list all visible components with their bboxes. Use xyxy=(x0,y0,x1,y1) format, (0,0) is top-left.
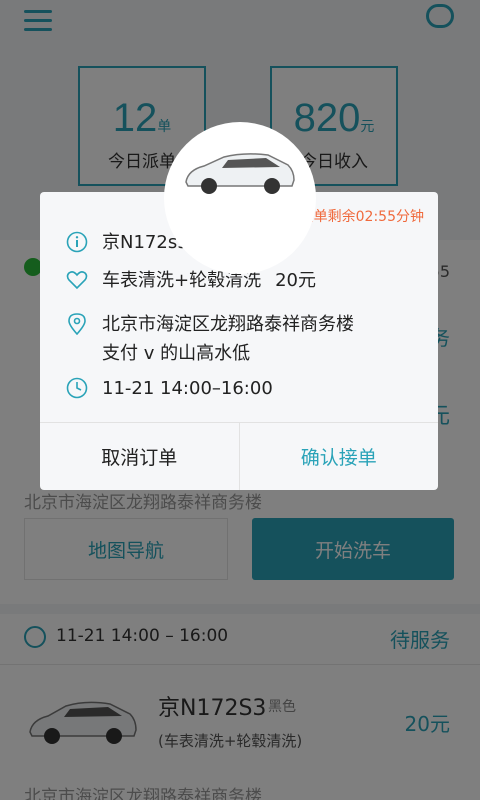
confirm-order-button[interactable]: 确认接单 xyxy=(240,423,439,490)
service-price: 20元 xyxy=(275,270,316,291)
service-row: 车表清洗+轮毂清洗 20元 xyxy=(66,266,316,295)
service-time: 11-21 14:00–16:00 xyxy=(102,378,273,399)
clock-icon xyxy=(66,377,88,399)
heart-icon xyxy=(66,271,88,290)
car-badge xyxy=(164,122,316,274)
address-row: 北京市海淀区龙翔路泰祥商务楼 支付 v 的山高水低 xyxy=(66,310,354,368)
car-icon xyxy=(185,153,295,194)
location-icon xyxy=(68,313,86,335)
address-line-2: 支付 v 的山高水低 xyxy=(102,343,251,364)
info-icon xyxy=(66,231,88,253)
time-row: 11-21 14:00–16:00 xyxy=(66,374,273,403)
dialog-actions: 取消订单 确认接单 xyxy=(40,422,438,490)
cancel-order-button[interactable]: 取消订单 xyxy=(40,423,240,490)
address-line-1: 北京市海淀区龙翔路泰祥商务楼 xyxy=(102,314,354,335)
